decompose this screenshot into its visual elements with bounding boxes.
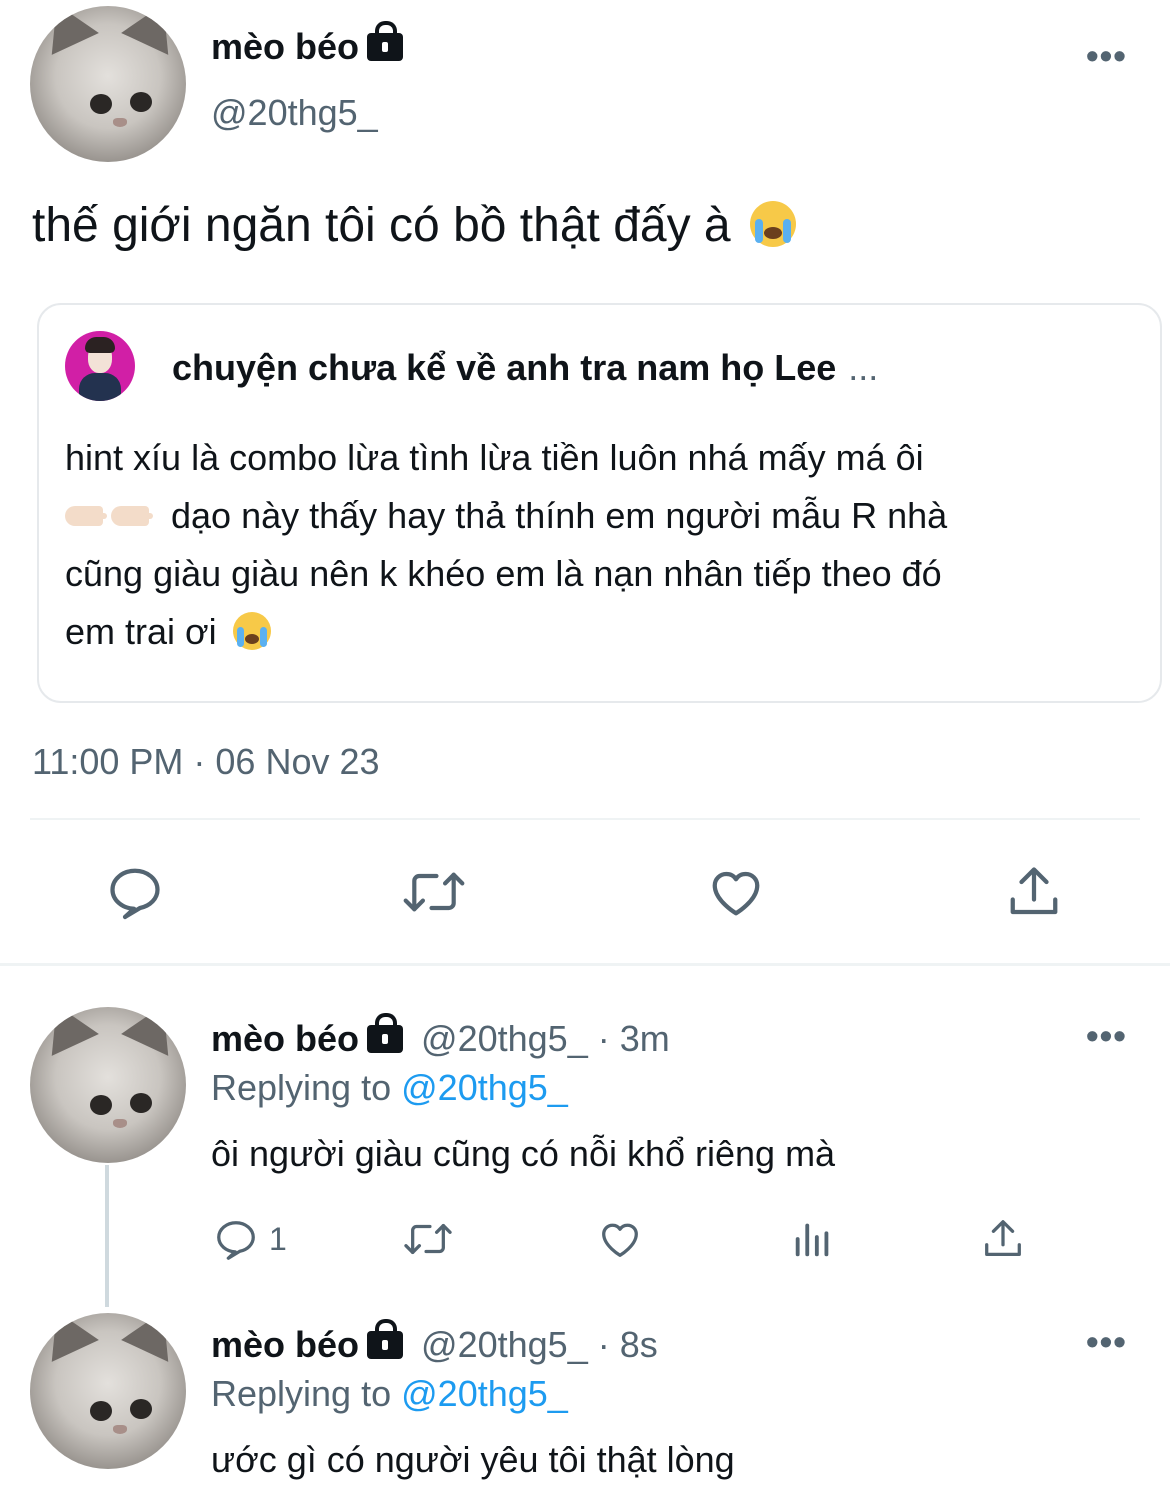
more-options-button[interactable]: ••• [1086,1018,1127,1054]
cat-eye [90,1095,112,1115]
cat-ear [121,1313,186,1362]
quoted-line: cũng giàu giàu nên k khéo em là nạn nhân… [65,553,942,594]
truncation-ellipsis: ... [848,347,879,388]
retweet-icon [404,1223,452,1255]
replying-to: Replying to @20thg5_ [211,1067,568,1109]
replying-to: Replying to @20thg5_ [211,1373,568,1415]
lock-icon [367,1013,404,1053]
avatar[interactable] [30,6,186,162]
retweet-button[interactable] [402,862,466,922]
cat-ear [33,6,99,55]
cat-ear [33,1007,99,1056]
reply-header: mèo béo @20thg5_ · 8s [211,1319,658,1366]
quoted-line: dạo này thấy hay thả thính em người mẫu … [65,487,1135,545]
cat-ear [121,1007,186,1056]
share-button[interactable] [1004,862,1064,922]
quoted-line-text: dạo này thấy hay thả thính em người mẫu … [171,495,948,536]
reply-icon [217,1221,255,1260]
avatar-hair [85,337,115,353]
cat-ear [33,1313,99,1362]
analytics-button[interactable] [790,1216,836,1262]
like-button[interactable] [706,862,766,922]
loudly-crying-face-icon [232,612,271,650]
quoted-tweet-card[interactable]: chuyện chưa kể về anh tra nam họ Lee... … [37,303,1162,703]
reply-button[interactable] [105,862,165,922]
cat-nose [113,1119,127,1128]
user-handle[interactable]: @20thg5_ [211,92,378,134]
pointing-left-icon [65,506,107,526]
share-button[interactable] [980,1216,1026,1262]
divider [30,818,1140,820]
lock-icon [367,1319,404,1359]
quoted-tweet-text: hint xíu là combo lừa tình lừa tiền luôn… [65,429,1135,661]
like-icon [712,871,760,916]
thread-connector [105,1165,109,1307]
display-name[interactable]: mèo béo [211,21,404,68]
more-options-button[interactable]: ••• [1086,1324,1127,1360]
reply-time[interactable]: 8s [620,1324,658,1365]
avatar[interactable] [30,1313,186,1469]
reply-time[interactable]: 3m [620,1018,670,1059]
loudly-crying-face-icon [749,201,796,247]
replying-label: Replying to [211,1067,392,1108]
reply-header: mèo béo @20thg5_ · 3m [211,1013,670,1060]
quoted-avatar [65,331,135,401]
tweet-text: thế giới ngăn tôi có bồ thật đấy à [32,198,796,253]
cat-nose [113,118,127,127]
reply-text: ước gì có người yêu tôi thật lòng [211,1439,735,1480]
like-icon [602,1223,638,1257]
replying-label: Replying to [211,1373,392,1414]
reply-icon [110,868,160,920]
cat-eye [90,1401,112,1421]
share-icon [985,1220,1021,1256]
share-icon [1010,867,1058,915]
quoted-line: hint xíu là combo lừa tình lừa tiền luôn… [65,437,924,478]
user-handle[interactable]: @20thg5_ [421,1324,588,1365]
reply-button[interactable]: 1 [213,1216,287,1262]
cat-eye [130,92,152,112]
quoted-line: em trai ơi [65,603,1135,661]
quoted-name-text: chuyện chưa kể về anh tra nam họ Lee [172,347,837,388]
more-options-button[interactable]: ••• [1086,38,1127,74]
lock-icon [367,21,404,61]
meta-separator: · [597,1018,610,1059]
cat-eye [90,94,112,114]
tweet-text-content: thế giới ngăn tôi có bồ thật đấy à [32,199,731,252]
cat-nose [113,1425,127,1434]
tweet-timestamp[interactable]: 11:00 PM · 06 Nov 23 [32,741,380,783]
cat-eye [130,1399,152,1419]
pointing-left-icon [111,506,153,526]
mention-link[interactable]: @20thg5_ [401,1373,568,1414]
display-name-text[interactable]: mèo béo [211,26,359,67]
avatar[interactable] [30,1007,186,1163]
display-name[interactable]: mèo béo [211,1018,359,1059]
mention-link[interactable]: @20thg5_ [401,1067,568,1108]
retweet-icon [403,872,465,912]
retweet-button[interactable] [402,1216,454,1262]
display-name[interactable]: mèo béo [211,1324,359,1365]
meta-separator: · [597,1324,610,1365]
avatar-body [79,373,121,401]
cat-eye [130,1093,152,1113]
cat-ear [121,6,186,55]
reply-text: ôi người giàu cũng có nỗi khổ riêng mà [211,1133,836,1174]
like-button[interactable] [597,1216,643,1262]
analytics-icon [795,1223,829,1257]
reply-count: 1 [269,1220,287,1257]
user-handle[interactable]: @20thg5_ [421,1018,588,1059]
section-divider [0,963,1170,966]
quoted-line-text: em trai ơi [65,611,217,652]
quoted-display-name: chuyện chưa kể về anh tra nam họ Lee... [172,347,878,389]
